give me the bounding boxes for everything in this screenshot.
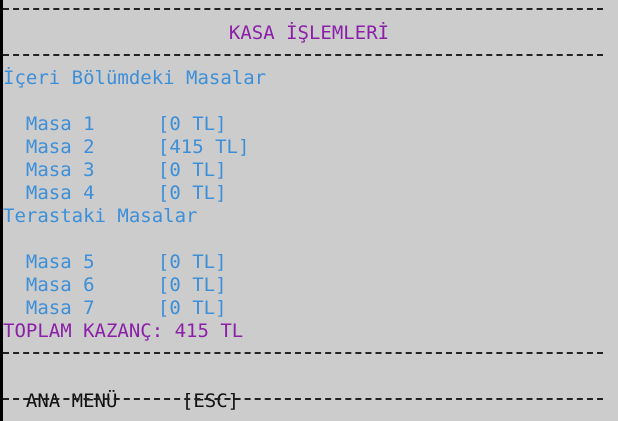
section-title-terrace: Terastaki Masalar xyxy=(3,205,198,227)
table-amount: [0 TL] xyxy=(157,297,227,319)
table-name: Masa 4 xyxy=(25,182,95,204)
separator-summary xyxy=(3,352,603,354)
main-menu-label: ANA MENÜ xyxy=(25,390,118,412)
section-title-indoor: İçeri Bölümdeki Masalar xyxy=(3,67,267,89)
table-row[interactable]: Masa 1 [0 TL] xyxy=(3,90,227,135)
page-title: KASA İŞLEMLERİ xyxy=(228,22,390,44)
table-row[interactable]: Masa 6 [0 TL] xyxy=(3,251,227,296)
total-earnings: TOPLAM KAZANÇ: 415 TL xyxy=(3,320,244,342)
table-row[interactable]: Masa 2 [415 TL] xyxy=(3,113,250,158)
separator-bottom xyxy=(3,398,603,400)
main-menu-option[interactable]: ANA MENÜ [ESC] xyxy=(3,367,239,412)
separator-header xyxy=(3,54,603,56)
table-name: Masa 7 xyxy=(25,297,95,319)
table-amount: [0 TL] xyxy=(157,182,227,204)
table-row[interactable]: Masa 4 [0 TL] xyxy=(3,159,227,204)
table-row[interactable]: Masa 3 [0 TL] xyxy=(3,136,227,181)
esc-key-hint: [ESC] xyxy=(181,390,240,412)
table-row[interactable]: Masa 7 [0 TL] xyxy=(3,274,227,319)
table-row[interactable]: Masa 5 [0 TL] xyxy=(3,228,227,273)
separator-top xyxy=(3,8,603,10)
